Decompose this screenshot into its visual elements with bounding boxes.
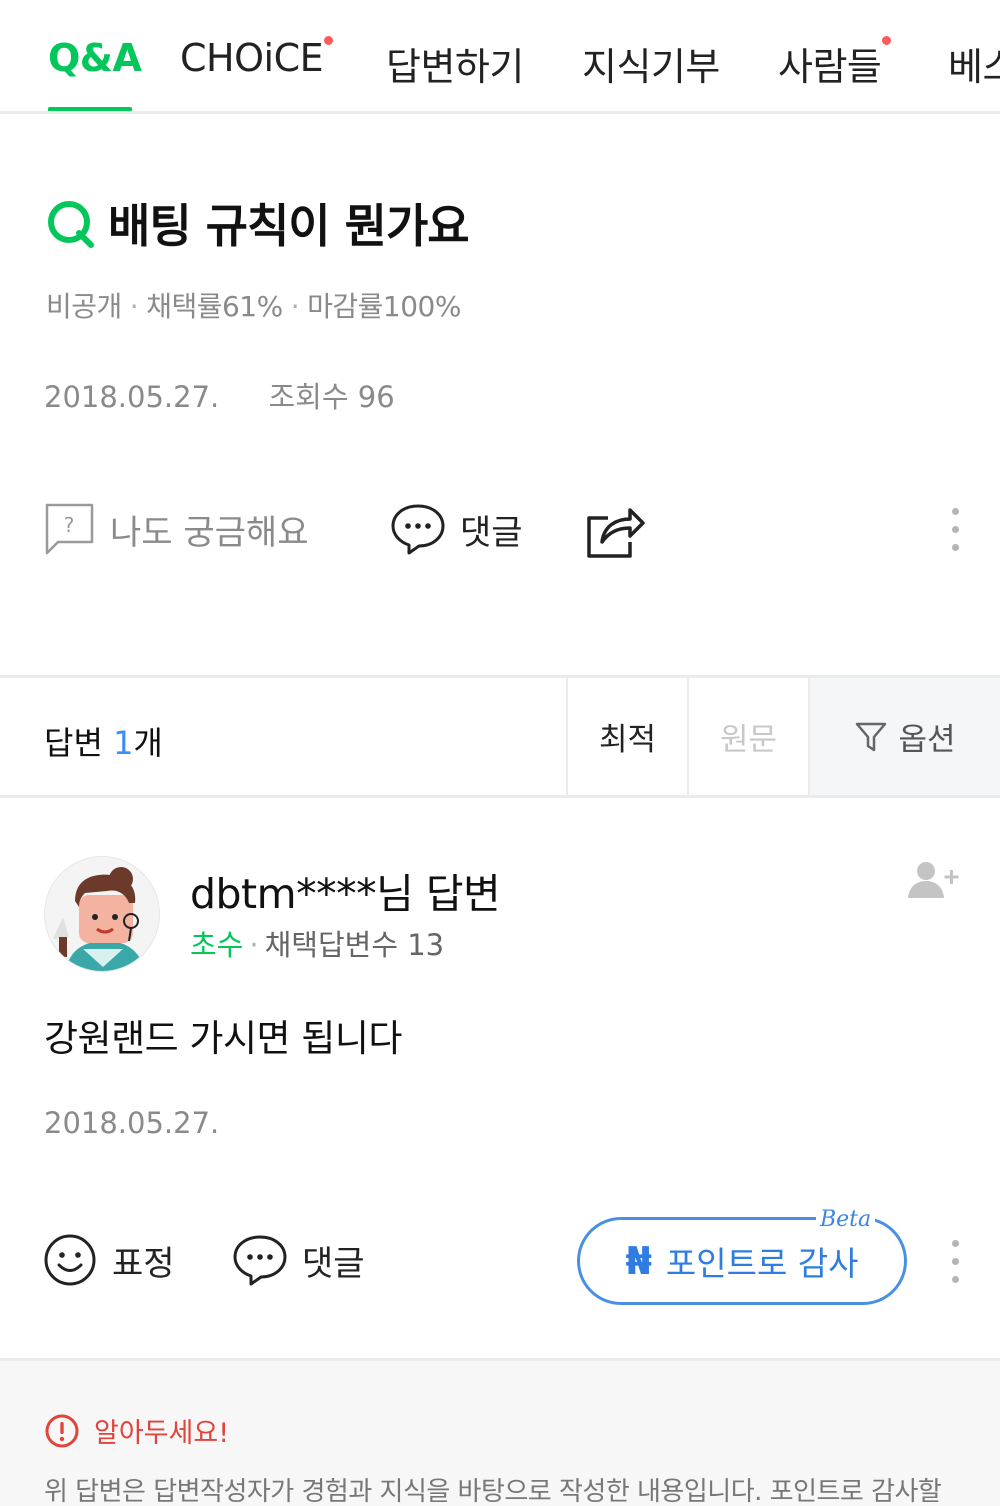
answer-body: 강원랜드 가시면 됩니다 <box>44 1017 402 1060</box>
author-rank: 초수 <box>190 928 244 962</box>
active-tab-indicator <box>48 107 132 111</box>
author-meta: 초수 · 채택답변수 13 <box>190 922 444 964</box>
share-button[interactable] <box>584 502 660 560</box>
avatar-character-image <box>45 857 159 971</box>
answer-comment-button[interactable]: 댓글 <box>232 1232 365 1288</box>
question-bubble-icon: ? <box>45 503 94 555</box>
question-date: 2018.05.27. <box>44 380 220 414</box>
me-too-curious-button[interactable]: ? 나도 궁금해요 <box>44 502 309 556</box>
tab-best[interactable]: 베스트 <box>948 36 1000 91</box>
tab-people[interactable]: 사람들 <box>778 36 892 91</box>
answer-count-unit: 개 <box>133 724 163 762</box>
comment-icon <box>391 504 445 555</box>
option-filter-button[interactable]: 옵션 <box>808 678 1000 795</box>
answers-header-bar: 답변 1개 최적 원문 옵션 <box>0 675 1000 798</box>
smiley-icon <box>44 1234 96 1286</box>
tab-choice[interactable]: CHOiCE <box>180 36 334 80</box>
follow-user-icon[interactable] <box>906 860 962 904</box>
sort-best-button[interactable]: 최적 <box>566 678 687 795</box>
question-q-icon <box>48 201 94 248</box>
tab-knowledge-donation[interactable]: 지식기부 <box>582 36 720 91</box>
question-date-row: 2018.05.27. 조회수 96 <box>44 374 395 416</box>
meta-separator: · <box>290 290 300 323</box>
notice-title-text: 알아두세요! <box>94 1418 230 1449</box>
tab-answer-label: 답변하기 <box>386 45 524 89</box>
thank-with-points-label: 포인트로 감사 <box>665 1244 859 1283</box>
add-person-icon <box>908 862 959 898</box>
share-icon <box>587 508 645 558</box>
answer-count: 답변 1개 <box>44 718 163 764</box>
tab-best-label: 베스트 <box>948 45 1000 89</box>
sort-original-button[interactable]: 원문 <box>687 678 808 795</box>
avatar[interactable] <box>44 856 160 972</box>
tab-qna-label: Q&A <box>48 36 142 80</box>
answer-comment-label: 댓글 <box>302 1243 365 1284</box>
comment-icon <box>233 1235 287 1286</box>
author-adopted-count: 채택답변수 13 <box>264 928 445 962</box>
answer-more-menu-icon[interactable] <box>950 1240 960 1283</box>
tab-knowledge-donation-label: 지식기부 <box>582 45 720 89</box>
emote-label: 표정 <box>112 1243 175 1284</box>
meta-separator: · <box>249 928 259 962</box>
top-tab-bar: Q&A CHOiCE 답변하기 지식기부 사람들 베스트 <box>0 0 1000 114</box>
alert-icon <box>45 1414 79 1447</box>
close-rate: 마감률100% <box>307 290 461 323</box>
new-badge-dot <box>324 36 334 45</box>
answer-author[interactable]: dbtm****님 답변 <box>190 860 501 920</box>
tab-people-label: 사람들 <box>778 45 882 89</box>
adoption-rate: 채택률61% <box>146 290 283 323</box>
view-count: 조회수 96 <box>268 380 395 414</box>
svg-text:?: ? <box>64 513 75 537</box>
question-comment-button[interactable]: 댓글 <box>390 502 523 556</box>
privacy-label: 비공개 <box>46 290 122 323</box>
notice-box: 알아두세요! 위 답변은 답변작성자가 경험과 지식을 바탕으로 작성한 내용입… <box>0 1358 1000 1506</box>
emote-button[interactable]: 표정 <box>42 1232 175 1288</box>
answer-count-number: 1 <box>113 724 134 762</box>
option-filter-label: 옵션 <box>898 722 956 758</box>
tab-qna[interactable]: Q&A <box>48 36 142 80</box>
answer-count-label: 답변 <box>44 724 114 762</box>
question-title: 배팅 규칙이 뭔가요 <box>44 190 470 256</box>
answer-date: 2018.05.27. <box>44 1106 220 1140</box>
question-comment-label: 댓글 <box>460 512 523 553</box>
question-title-text: 배팅 규칙이 뭔가요 <box>108 199 470 253</box>
new-badge-dot <box>882 36 892 45</box>
beta-badge: Beta <box>816 1207 876 1232</box>
meta-separator: · <box>129 290 139 323</box>
filter-icon <box>856 722 887 751</box>
naver-point-icon: ₦ <box>625 1239 652 1283</box>
sort-best-label: 최적 <box>598 722 657 758</box>
tab-answer[interactable]: 답변하기 <box>386 36 524 91</box>
me-too-curious-label: 나도 궁금해요 <box>110 512 309 553</box>
notice-body: 위 답변은 답변작성자가 경험과 지식을 바탕으로 작성한 내용입니다. 포인트… <box>44 1477 942 1506</box>
question-meta: 비공개 · 채택률61% · 마감률100% <box>46 285 461 325</box>
question-more-menu-icon[interactable] <box>950 508 960 551</box>
notice-title: 알아두세요! <box>44 1411 229 1450</box>
sort-original-label: 원문 <box>719 722 778 758</box>
tab-choice-label: CHOiCE <box>180 36 324 80</box>
